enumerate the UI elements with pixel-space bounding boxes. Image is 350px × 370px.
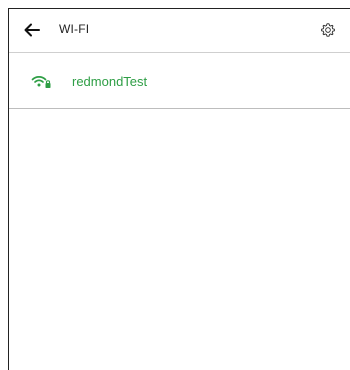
wifi-locked-icon <box>31 76 51 88</box>
network-name: redmondTest <box>72 74 148 89</box>
arrow-left-icon <box>24 23 40 37</box>
gear-icon <box>321 23 335 37</box>
network-item-redmondtest[interactable]: redmondTest <box>9 53 350 109</box>
wifi-screen: WI-FI redmondTest <box>8 8 350 370</box>
settings-button[interactable] <box>318 20 338 40</box>
back-button[interactable] <box>21 19 43 41</box>
page-title: WI-FI <box>59 22 90 36</box>
header-bar: WI-FI <box>9 9 350 53</box>
